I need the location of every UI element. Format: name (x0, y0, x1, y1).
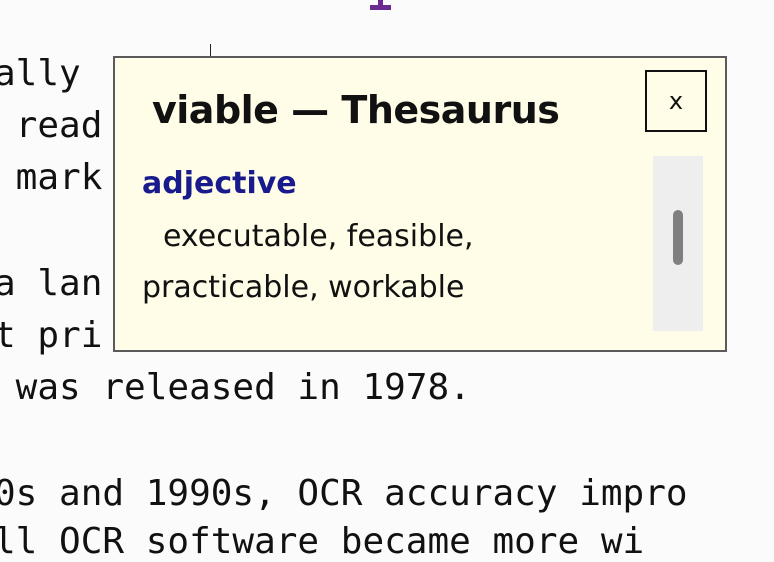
popup-title: viable — Thesaurus (152, 88, 560, 132)
close-button[interactable]: x (645, 70, 707, 132)
thesaurus-popup: viable — Thesaurus x adjective executabl… (113, 56, 727, 352)
close-icon: x (668, 87, 684, 115)
document-line: was released in 1978. (0, 367, 471, 408)
scrollbar-thumb[interactable] (673, 210, 683, 265)
scrollbar-track[interactable] (653, 156, 703, 331)
document-line: 0s and 1990s, OCR accuracy impro (0, 473, 688, 514)
synonyms-text: practicable, workable (142, 270, 465, 305)
part-of-speech-label: adjective (142, 166, 297, 201)
synonyms-text: executable, feasible, (163, 219, 474, 254)
document-line: ll OCR software became more wi (0, 521, 645, 562)
text-cursor-icon (370, 0, 391, 10)
